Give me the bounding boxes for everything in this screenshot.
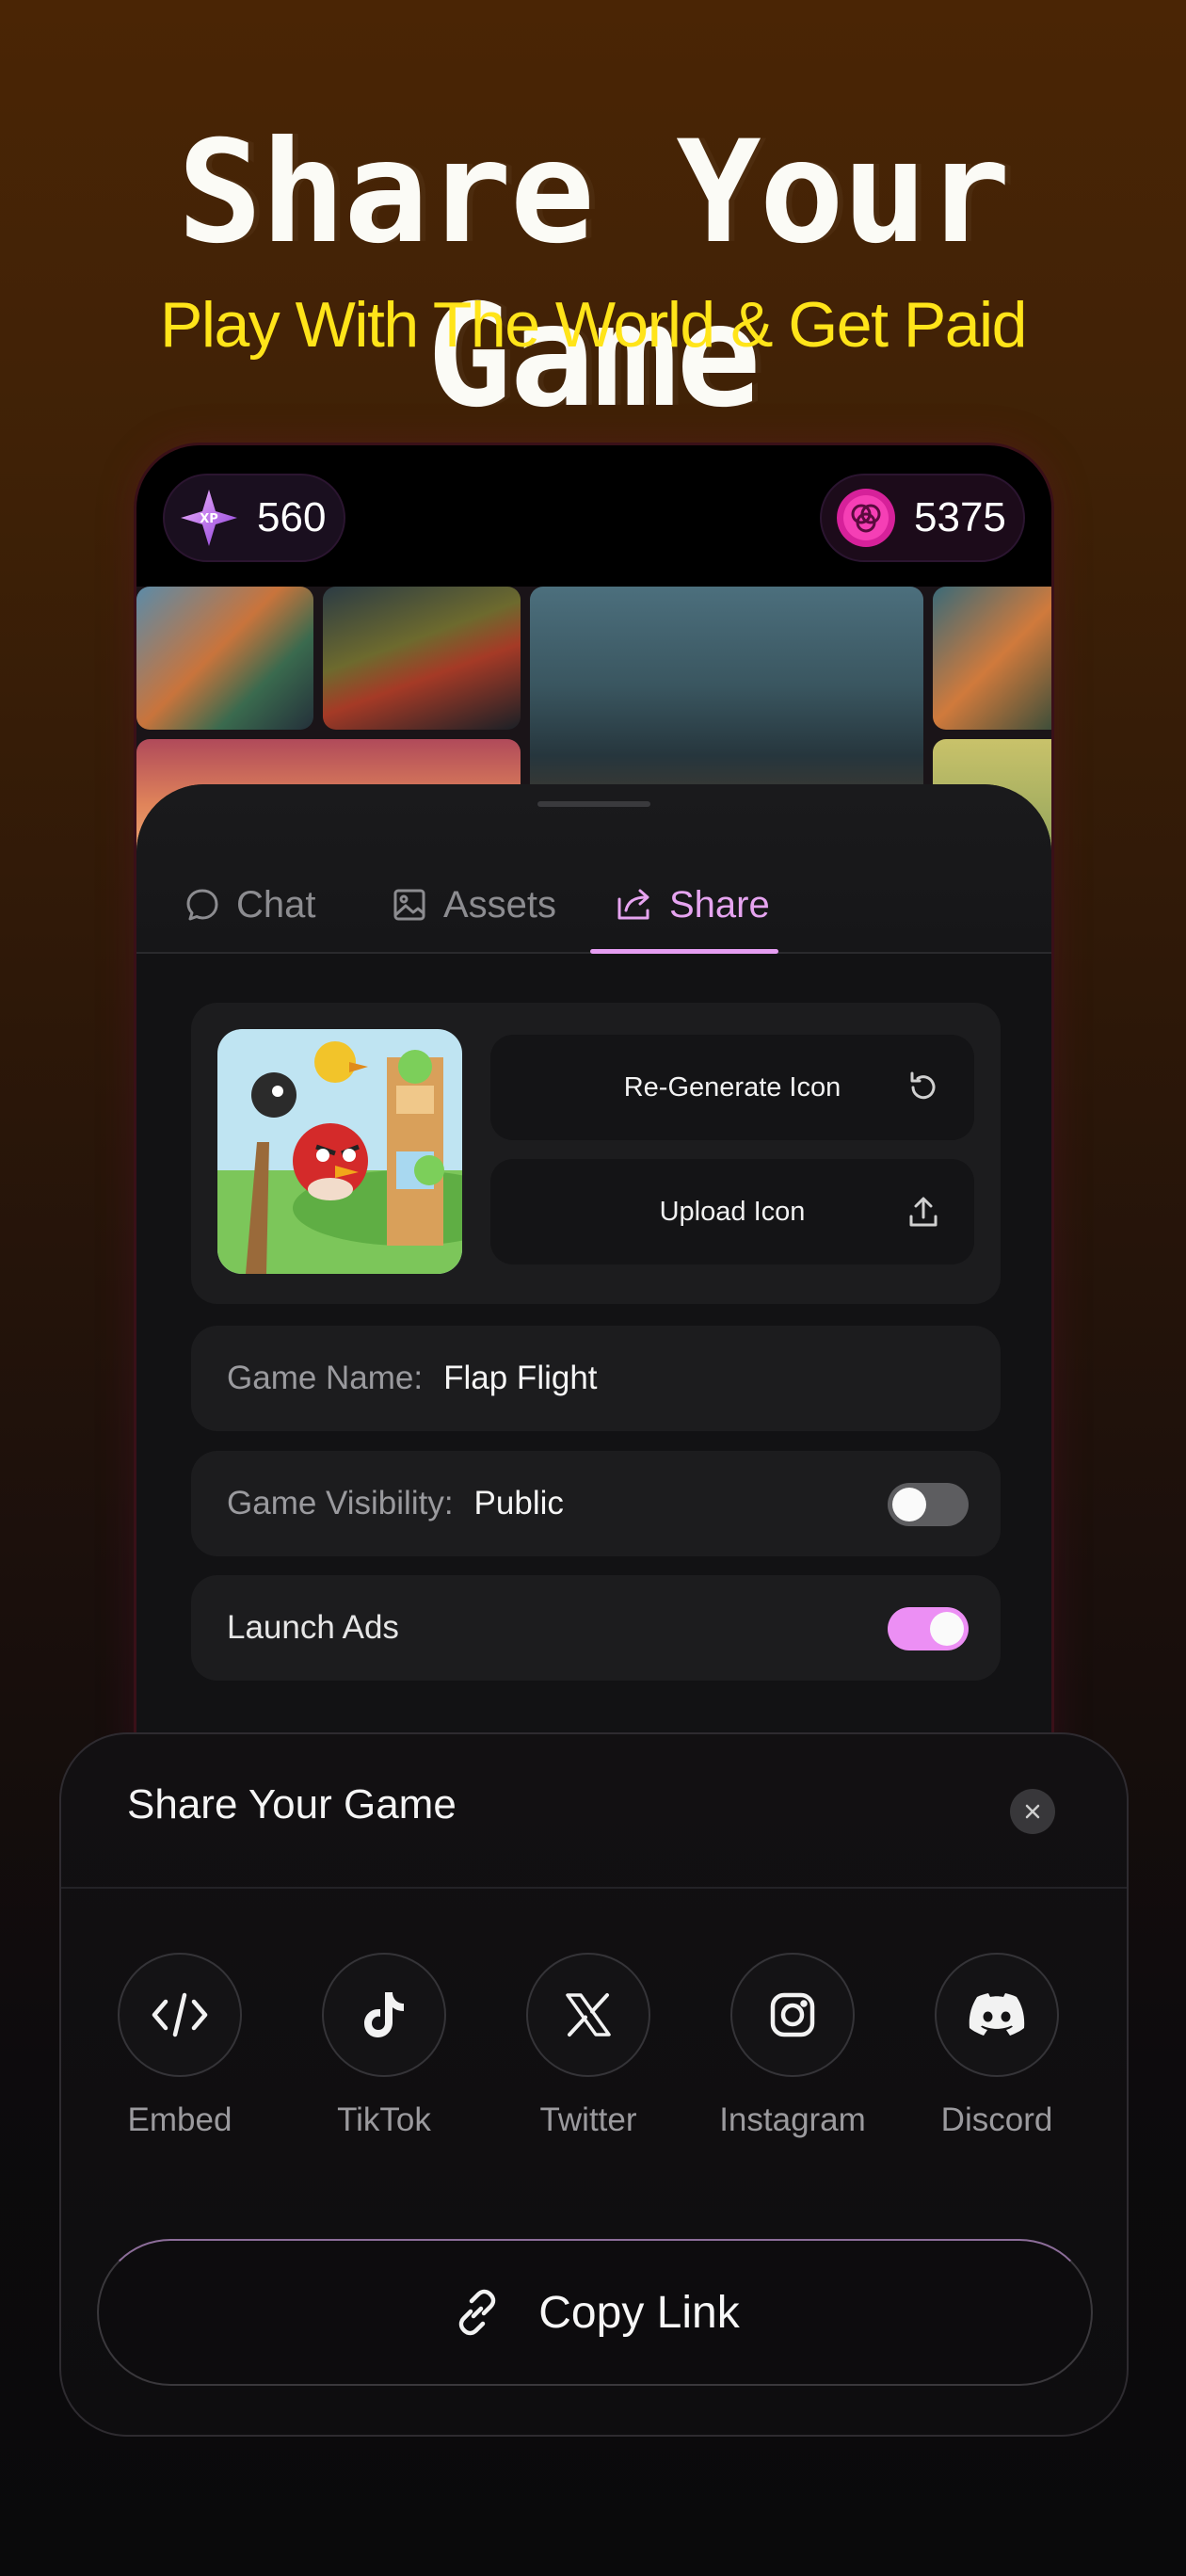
gallery-tile[interactable] [933, 587, 1051, 730]
close-button[interactable] [1010, 1789, 1055, 1834]
share-tiktok-circle [322, 1953, 446, 2077]
gallery-tile[interactable] [323, 587, 521, 730]
share-modal: Share Your Game Embed TikTok Twitter Ins… [59, 1732, 1129, 2437]
game-visibility-row: Game Visibility: Public [191, 1451, 1001, 1556]
upload-icon-button[interactable]: Upload Icon [490, 1159, 974, 1264]
coin-icon [837, 489, 895, 547]
coin-balance[interactable]: 5375 [820, 474, 1025, 562]
tiktok-icon [364, 1992, 404, 2037]
tab-assets[interactable]: Assets [391, 878, 556, 931]
gallery-tile[interactable] [136, 587, 313, 730]
share-icon [617, 889, 649, 920]
game-name-value: Flap Flight [443, 1360, 598, 1396]
share-instagram-button[interactable]: Instagram [717, 1953, 868, 2139]
regenerate-icon-button[interactable]: Re-Generate Icon [490, 1035, 974, 1140]
launch-ads-label: Launch Ads [227, 1609, 399, 1646]
phone-mockup: XP 560 5375 Chat Assets Share Re-Generat… [134, 443, 1054, 1761]
share-tiktok-label: TikTok [337, 2101, 431, 2138]
tab-chat-label: Chat [236, 883, 316, 926]
toggle-knob [930, 1612, 964, 1646]
sheet-grabber[interactable] [537, 801, 650, 807]
hero-subtitle: Play With The World & Get Paid [160, 289, 1027, 361]
link-icon [459, 2289, 496, 2336]
tab-chat[interactable]: Chat [184, 878, 316, 931]
code-icon [152, 1992, 208, 2037]
upload-icon-label: Upload Icon [659, 1196, 806, 1227]
svg-text:XP: XP [200, 512, 218, 526]
coin-value: 5375 [914, 494, 1006, 540]
copy-link-button[interactable]: Copy Link [97, 2239, 1093, 2386]
share-twitter-label: Twitter [539, 2101, 637, 2138]
share-discord-label: Discord [940, 2101, 1053, 2138]
chat-bubble-icon [186, 889, 218, 921]
share-embed-label: Embed [127, 2101, 232, 2138]
tab-share-label: Share [669, 883, 770, 926]
game-icon-card: Re-Generate Icon Upload Icon [191, 1003, 1001, 1304]
instagram-icon [770, 1992, 815, 2037]
refresh-icon [910, 1071, 936, 1100]
x-icon [566, 1993, 611, 2037]
launch-ads-row: Launch Ads [191, 1575, 1001, 1681]
game-name-field[interactable]: Game Name: Flap Flight [191, 1326, 1001, 1431]
hero-title: Share Your Game [177, 111, 1010, 439]
modal-divider [61, 1887, 1127, 1889]
game-visibility-value: Public [473, 1485, 564, 1521]
share-twitter-circle [526, 1953, 650, 2077]
upload-icon [909, 1197, 938, 1227]
tab-assets-label: Assets [443, 883, 557, 926]
copy-link-label: Copy Link [538, 2287, 740, 2338]
game-icon-image [217, 1029, 462, 1274]
tab-share[interactable]: Share [615, 878, 770, 931]
visibility-toggle[interactable] [888, 1483, 969, 1526]
share-tiktok-button[interactable]: TikTok [309, 1953, 459, 2139]
discord-icon [969, 1993, 1025, 2036]
xp-balance[interactable]: XP 560 [163, 474, 345, 562]
share-twitter-button[interactable]: Twitter [513, 1953, 664, 2139]
game-name-label: Game Name: [227, 1360, 424, 1396]
xp-value: 560 [257, 494, 327, 540]
share-discord-circle [935, 1953, 1059, 2077]
image-icon [393, 889, 425, 921]
launch-ads-toggle[interactable] [888, 1607, 969, 1650]
game-visibility-label: Game Visibility: [227, 1485, 454, 1521]
toggle-knob [892, 1488, 926, 1521]
share-instagram-label: Instagram [719, 2101, 866, 2138]
xp-star-icon: XP [181, 490, 237, 546]
share-embed-circle [118, 1953, 242, 2077]
share-instagram-circle [730, 1953, 855, 2077]
regenerate-icon-label: Re-Generate Icon [623, 1071, 841, 1103]
active-tab-indicator [590, 949, 778, 954]
share-discord-button[interactable]: Discord [922, 1953, 1072, 2139]
game-settings-sheet: Chat Assets Share Re-Generate Icon Uploa… [136, 784, 1051, 1761]
close-icon [1025, 1804, 1040, 1819]
share-modal-title: Share Your Game [127, 1781, 457, 1827]
share-embed-button[interactable]: Embed [104, 1953, 255, 2139]
